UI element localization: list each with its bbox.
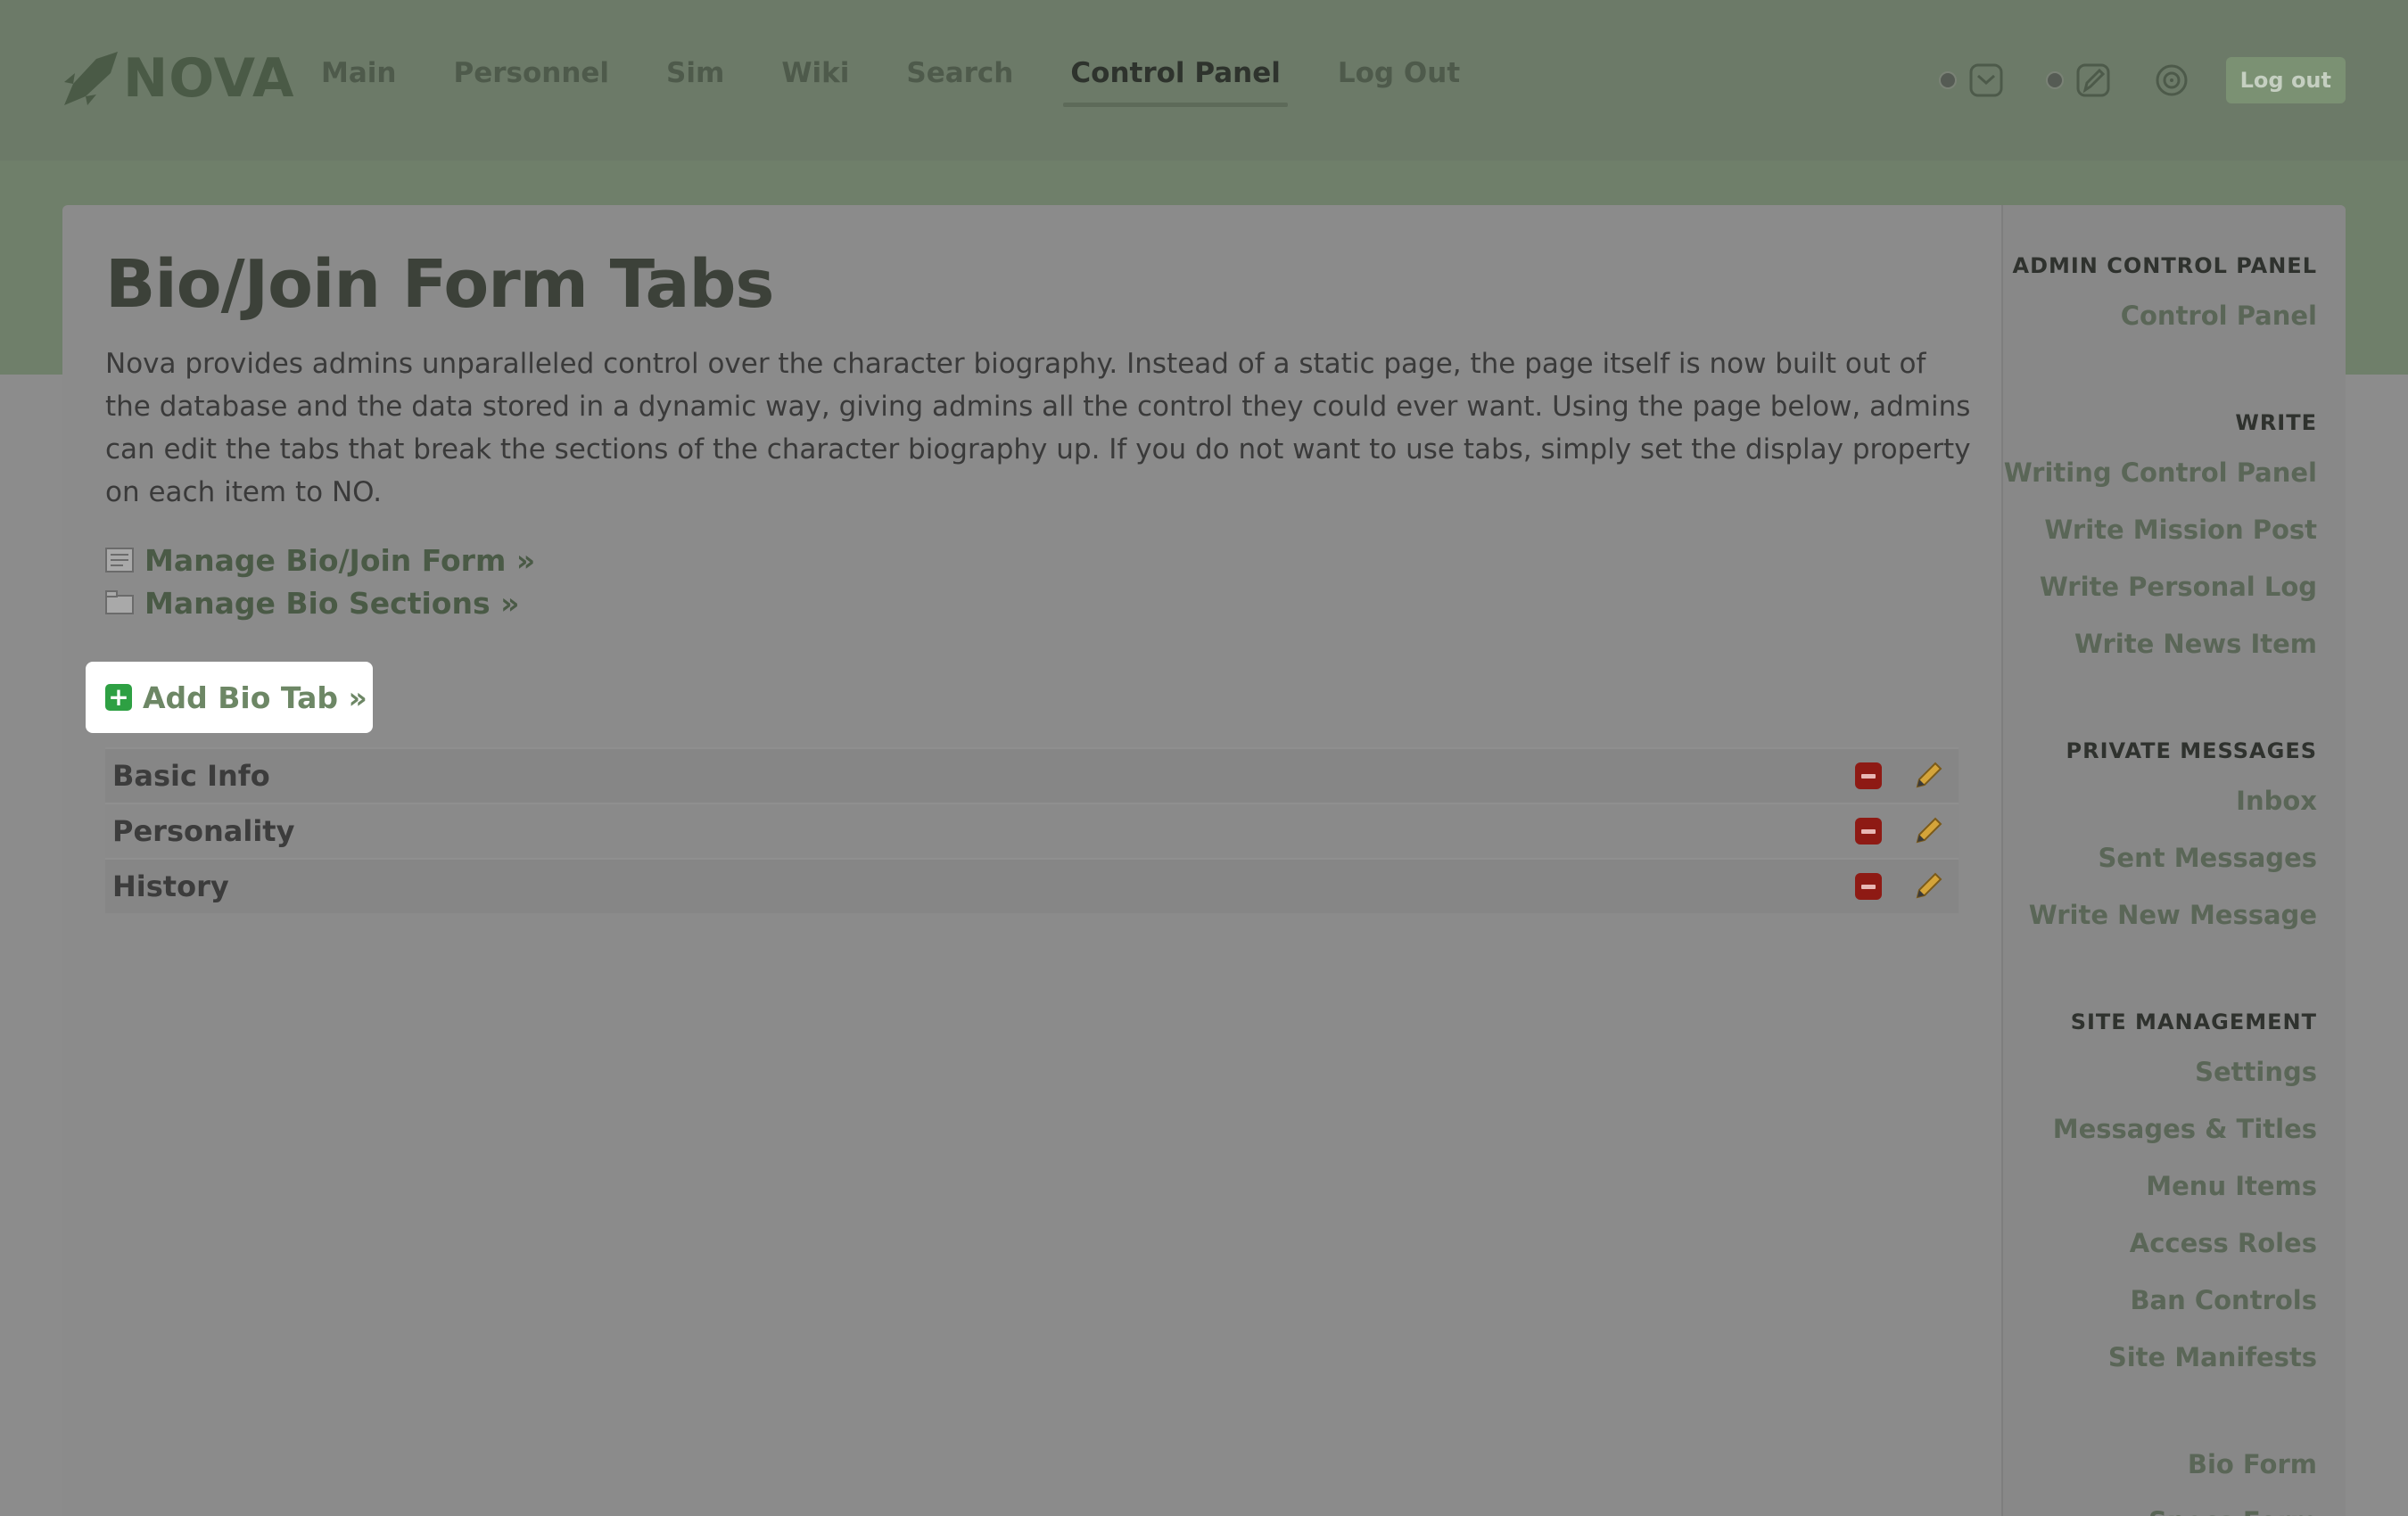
sidebar-item-write-new-message[interactable]: Write New Message bbox=[2003, 890, 2317, 947]
pencil-icon[interactable] bbox=[1912, 760, 1944, 792]
sidebar-item-bio-form[interactable]: Bio Form bbox=[2003, 1439, 2317, 1496]
nav-item-personnel[interactable]: Personnel bbox=[453, 57, 609, 107]
bio-tabs-list: Basic Info Personality History bbox=[105, 747, 1959, 913]
sidebar-item-control-panel[interactable]: Control Panel bbox=[2003, 291, 2317, 348]
table-row: Basic Info bbox=[105, 747, 1959, 803]
page-intro: Nova provides admins unparalleled contro… bbox=[105, 348, 1971, 508]
sidebar-item-specs-form[interactable]: Specs Form bbox=[2003, 1496, 2317, 1516]
tab-name: History bbox=[112, 869, 229, 903]
main-nav: Main Personnel Sim Wiki Search Control P… bbox=[321, 57, 1517, 107]
sidebar-item-writing-control-panel[interactable]: Writing Control Panel bbox=[2003, 448, 2317, 505]
manage-bio-form-label: Manage Bio/Join Form » bbox=[144, 542, 536, 578]
manage-bio-form-link[interactable]: Manage Bio/Join Form » bbox=[105, 539, 1959, 581]
nav-item-sim[interactable]: Sim bbox=[666, 57, 724, 107]
nova-logo[interactable]: NOVA bbox=[61, 46, 294, 111]
manage-links: Manage Bio/Join Form » Manage Bio Sectio… bbox=[105, 539, 1959, 624]
row-actions bbox=[1855, 815, 1944, 847]
sidebar-item-ban-controls[interactable]: Ban Controls bbox=[2003, 1275, 2317, 1332]
nav-item-control-panel[interactable]: Control Panel bbox=[1063, 57, 1289, 107]
nav-item-wiki[interactable]: Wiki bbox=[781, 57, 849, 107]
sidebar-item-menu-items[interactable]: Menu Items bbox=[2003, 1161, 2317, 1218]
add-bio-tab-button[interactable]: + Add Bio Tab » bbox=[86, 662, 373, 733]
pencil-icon[interactable] bbox=[1912, 815, 1944, 847]
admin-sidebar: ADMIN CONTROL PANEL Control Panel WRITE … bbox=[2001, 205, 2346, 1516]
brand-name: NOVA bbox=[123, 47, 295, 110]
main-content: Bio/Join Form Tabs Nova provides admins … bbox=[62, 205, 2001, 1516]
tab-name: Personality bbox=[112, 814, 295, 848]
content-panel: Bio/Join Form Tabs Nova provides admins … bbox=[62, 205, 2346, 1516]
inbox-icon[interactable] bbox=[1967, 62, 2005, 99]
sidebar-item-write-mission-post[interactable]: Write Mission Post bbox=[2003, 505, 2317, 562]
sidebar-heading: WRITE bbox=[2235, 410, 2317, 435]
add-bio-tab-label: Add Bio Tab » bbox=[143, 680, 367, 715]
manage-bio-sections-label: Manage Bio Sections » bbox=[144, 585, 520, 621]
table-row: History bbox=[105, 858, 1959, 913]
sidebar-heading: SITE MANAGEMENT bbox=[2070, 1009, 2317, 1034]
row-actions bbox=[1855, 870, 1944, 902]
sidebar-item-sent-messages[interactable]: Sent Messages bbox=[2003, 833, 2317, 890]
delete-icon[interactable] bbox=[1855, 818, 1882, 845]
write-icon[interactable] bbox=[2074, 62, 2112, 99]
sidebar-item-messages-titles[interactable]: Messages & Titles bbox=[2003, 1104, 2317, 1161]
pencil-icon[interactable] bbox=[1912, 870, 1944, 902]
sections-icon bbox=[105, 590, 134, 614]
inbox-status-dot bbox=[1938, 71, 1957, 89]
nav-item-search[interactable]: Search bbox=[906, 57, 1013, 107]
write-status-dot bbox=[2045, 71, 2064, 89]
delete-icon[interactable] bbox=[1855, 762, 1882, 789]
delete-icon[interactable] bbox=[1855, 873, 1882, 900]
sidebar-item-access-roles[interactable]: Access Roles bbox=[2003, 1218, 2317, 1275]
sidebar-heading: ADMIN CONTROL PANEL bbox=[2012, 253, 2317, 278]
rocket-icon bbox=[64, 52, 118, 105]
table-row: Personality bbox=[105, 803, 1959, 858]
form-icon bbox=[105, 548, 134, 573]
logout-button[interactable]: Log out bbox=[2225, 57, 2346, 103]
nav-item-main[interactable]: Main bbox=[321, 57, 396, 107]
manage-bio-sections-link[interactable]: Manage Bio Sections » bbox=[105, 581, 1959, 624]
sidebar-item-settings[interactable]: Settings bbox=[2003, 1047, 2317, 1104]
sidebar-item-write-news-item[interactable]: Write News Item bbox=[2003, 619, 2317, 676]
top-navigation-bar: NOVA Main Personnel Sim Wiki Search Cont… bbox=[0, 0, 2408, 161]
sidebar-heading: PRIVATE MESSAGES bbox=[2066, 738, 2317, 763]
sidebar-item-site-manifests[interactable]: Site Manifests bbox=[2003, 1332, 2317, 1389]
nav-item-log-out[interactable]: Log Out bbox=[1338, 57, 1460, 107]
user-controls: Log out bbox=[1938, 57, 2346, 103]
sidebar-item-write-personal-log[interactable]: Write Personal Log bbox=[2003, 562, 2317, 619]
settings-icon[interactable] bbox=[2153, 62, 2190, 99]
row-actions bbox=[1855, 760, 1944, 792]
add-icon: + bbox=[105, 684, 132, 711]
page-title: Bio/Join Form Tabs bbox=[105, 246, 774, 323]
sidebar-item-inbox[interactable]: Inbox bbox=[2003, 776, 2317, 833]
tab-name: Basic Info bbox=[112, 759, 270, 793]
